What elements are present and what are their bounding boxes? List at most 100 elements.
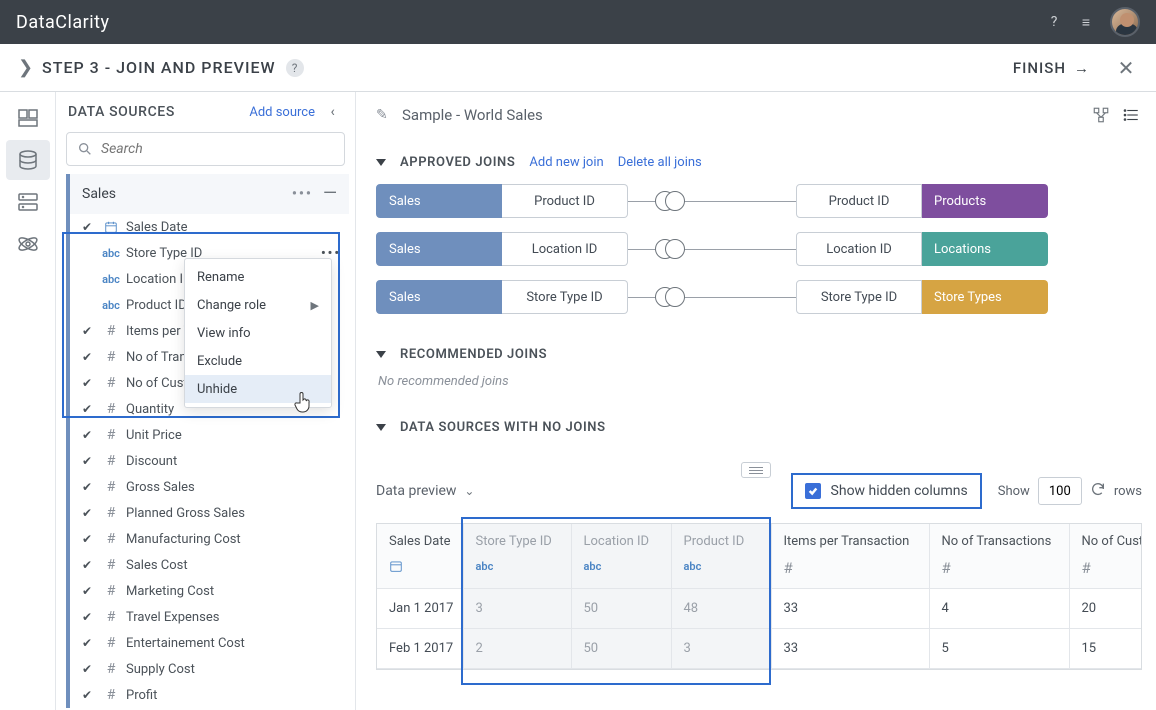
- finish-button[interactable]: FINISH →: [1013, 59, 1090, 77]
- join-left-col[interactable]: Product ID: [502, 184, 628, 218]
- checkmark-icon: ✔: [82, 506, 96, 520]
- collapse-ds-icon[interactable]: —: [323, 185, 337, 203]
- join-type-icon[interactable]: [655, 238, 685, 260]
- panel-title: DATA SOURCES: [68, 104, 175, 120]
- join-left-ds[interactable]: Sales: [376, 232, 502, 266]
- join-type-icon[interactable]: [655, 286, 685, 308]
- join-right-col[interactable]: Store Type ID: [796, 280, 922, 314]
- join-right-col[interactable]: Product ID: [796, 184, 922, 218]
- table-header[interactable]: Location IDabc: [571, 524, 671, 588]
- column-item[interactable]: ✔#Gross Sales: [70, 474, 349, 500]
- ctx-change-role[interactable]: Change role▶: [185, 291, 331, 319]
- table-cell: 48: [671, 588, 771, 628]
- section-toggle-icon[interactable]: [376, 159, 386, 166]
- view-list-icon[interactable]: [1120, 104, 1142, 126]
- column-label: Entertainement Cost: [126, 636, 341, 651]
- hash-icon: #: [102, 687, 120, 703]
- hash-icon: #: [102, 609, 120, 625]
- ctx-view-info[interactable]: View info: [185, 319, 331, 347]
- nav-item-server[interactable]: [6, 182, 50, 222]
- table-header[interactable]: Store Type IDabc: [463, 524, 571, 588]
- hash-icon: #: [102, 427, 120, 443]
- join-right-ds[interactable]: Locations: [922, 232, 1048, 266]
- help-icon[interactable]: ?: [1038, 6, 1070, 38]
- edit-title-icon[interactable]: ✎: [376, 107, 394, 123]
- step-title: STEP 3 - JOIN AND PREVIEW: [42, 58, 276, 77]
- chevron-down-icon: ⌄: [464, 484, 474, 498]
- table-cell: 3: [671, 628, 771, 668]
- column-item[interactable]: ✔#Planned Gross Sales: [70, 500, 349, 526]
- abc-icon: abc: [102, 273, 120, 286]
- resize-handle[interactable]: [741, 462, 771, 478]
- hamburger-icon[interactable]: ≡: [1070, 6, 1102, 38]
- view-graph-icon[interactable]: [1090, 104, 1112, 126]
- section-toggle-icon[interactable]: [376, 424, 386, 431]
- join-type-icon[interactable]: [655, 190, 685, 212]
- hash-icon: #: [102, 505, 120, 521]
- data-preview-toggle[interactable]: Data preview⌄: [376, 483, 474, 499]
- collapse-panel-icon[interactable]: ‹: [323, 102, 343, 122]
- column-label: Supply Cost: [126, 662, 341, 677]
- column-label: Manufacturing Cost: [126, 532, 341, 547]
- show-hidden-checkbox[interactable]: Show hidden columns: [791, 473, 982, 509]
- section-toggle-icon[interactable]: [376, 351, 386, 358]
- table-header[interactable]: No of Customers#: [1069, 524, 1142, 588]
- avatar[interactable]: [1110, 7, 1140, 37]
- join-left-ds[interactable]: Sales: [376, 280, 502, 314]
- column-item[interactable]: ✔Sales Date: [70, 214, 349, 240]
- ctx-rename[interactable]: Rename: [185, 263, 331, 291]
- column-label: Unit Price: [126, 428, 341, 443]
- column-item[interactable]: ✔#Sales Cost: [70, 552, 349, 578]
- column-item[interactable]: ✔#Discount: [70, 448, 349, 474]
- step-help-icon[interactable]: ?: [286, 59, 304, 77]
- column-item[interactable]: ✔#Supply Cost: [70, 656, 349, 682]
- delete-all-joins-button[interactable]: Delete all joins: [618, 155, 702, 170]
- checkmark-icon: ✔: [82, 402, 96, 416]
- join-right-ds[interactable]: Products: [922, 184, 1048, 218]
- table-header[interactable]: Sales Date: [377, 524, 463, 588]
- table-cell: 5: [929, 628, 1069, 668]
- column-item[interactable]: ✔#Entertainement Cost: [70, 630, 349, 656]
- nav-item-atom[interactable]: [6, 224, 50, 264]
- column-item[interactable]: ✔#Manufacturing Cost: [70, 526, 349, 552]
- hash-icon: #: [102, 401, 120, 417]
- chevron-right-icon: ▶: [311, 299, 319, 312]
- add-join-button[interactable]: Add new join: [529, 155, 603, 170]
- join-left-col[interactable]: Location ID: [502, 232, 628, 266]
- search-field[interactable]: [101, 141, 334, 157]
- hash-icon: #: [102, 583, 120, 599]
- column-item[interactable]: ✔#Profit: [70, 682, 349, 708]
- nav-item-sources[interactable]: [6, 98, 50, 138]
- table-cell: 50: [571, 628, 671, 668]
- add-source-button[interactable]: Add source: [249, 105, 315, 120]
- row-count-input[interactable]: [1038, 477, 1082, 505]
- join-right-ds[interactable]: Store Types: [922, 280, 1048, 314]
- hash-icon: #: [102, 375, 120, 391]
- refresh-icon[interactable]: [1090, 481, 1106, 501]
- table-header[interactable]: Product IDabc: [671, 524, 771, 588]
- search-input[interactable]: [66, 132, 345, 166]
- abc-icon: abc: [102, 299, 120, 312]
- recommended-joins-label: RECOMMENDED JOINS: [400, 347, 547, 362]
- join-left-ds[interactable]: Sales: [376, 184, 502, 218]
- brand-logo: DataClarity: [16, 12, 110, 33]
- column-context-menu: Rename Change role▶ View info Exclude Un…: [184, 258, 332, 408]
- column-item[interactable]: ✔#Marketing Cost: [70, 578, 349, 604]
- join-left-col[interactable]: Store Type ID: [502, 280, 628, 314]
- data-source-header[interactable]: Sales ••• —: [70, 174, 349, 214]
- table-header[interactable]: No of Transactions#: [929, 524, 1069, 588]
- ctx-unhide[interactable]: Unhide: [185, 375, 331, 403]
- nav-item-database[interactable]: [6, 140, 50, 180]
- hash-icon: #: [102, 349, 120, 365]
- table-header[interactable]: Items per Transaction#: [771, 524, 929, 588]
- ctx-exclude[interactable]: Exclude: [185, 347, 331, 375]
- data-source-block: Sales ••• — ✔Sales DateabcStore Type ID•…: [66, 174, 349, 708]
- column-item[interactable]: ✔#Unit Price: [70, 422, 349, 448]
- preview-table: Sales DateStore Type IDabcLocation IDabc…: [376, 523, 1142, 670]
- chevron-right-icon[interactable]: ❯: [18, 57, 42, 78]
- checkmark-icon: ✔: [82, 532, 96, 546]
- column-item[interactable]: ✔#Travel Expenses: [70, 604, 349, 630]
- close-icon[interactable]: ✕: [1114, 56, 1138, 80]
- join-right-col[interactable]: Location ID: [796, 232, 922, 266]
- data-source-menu-icon[interactable]: •••: [292, 186, 313, 202]
